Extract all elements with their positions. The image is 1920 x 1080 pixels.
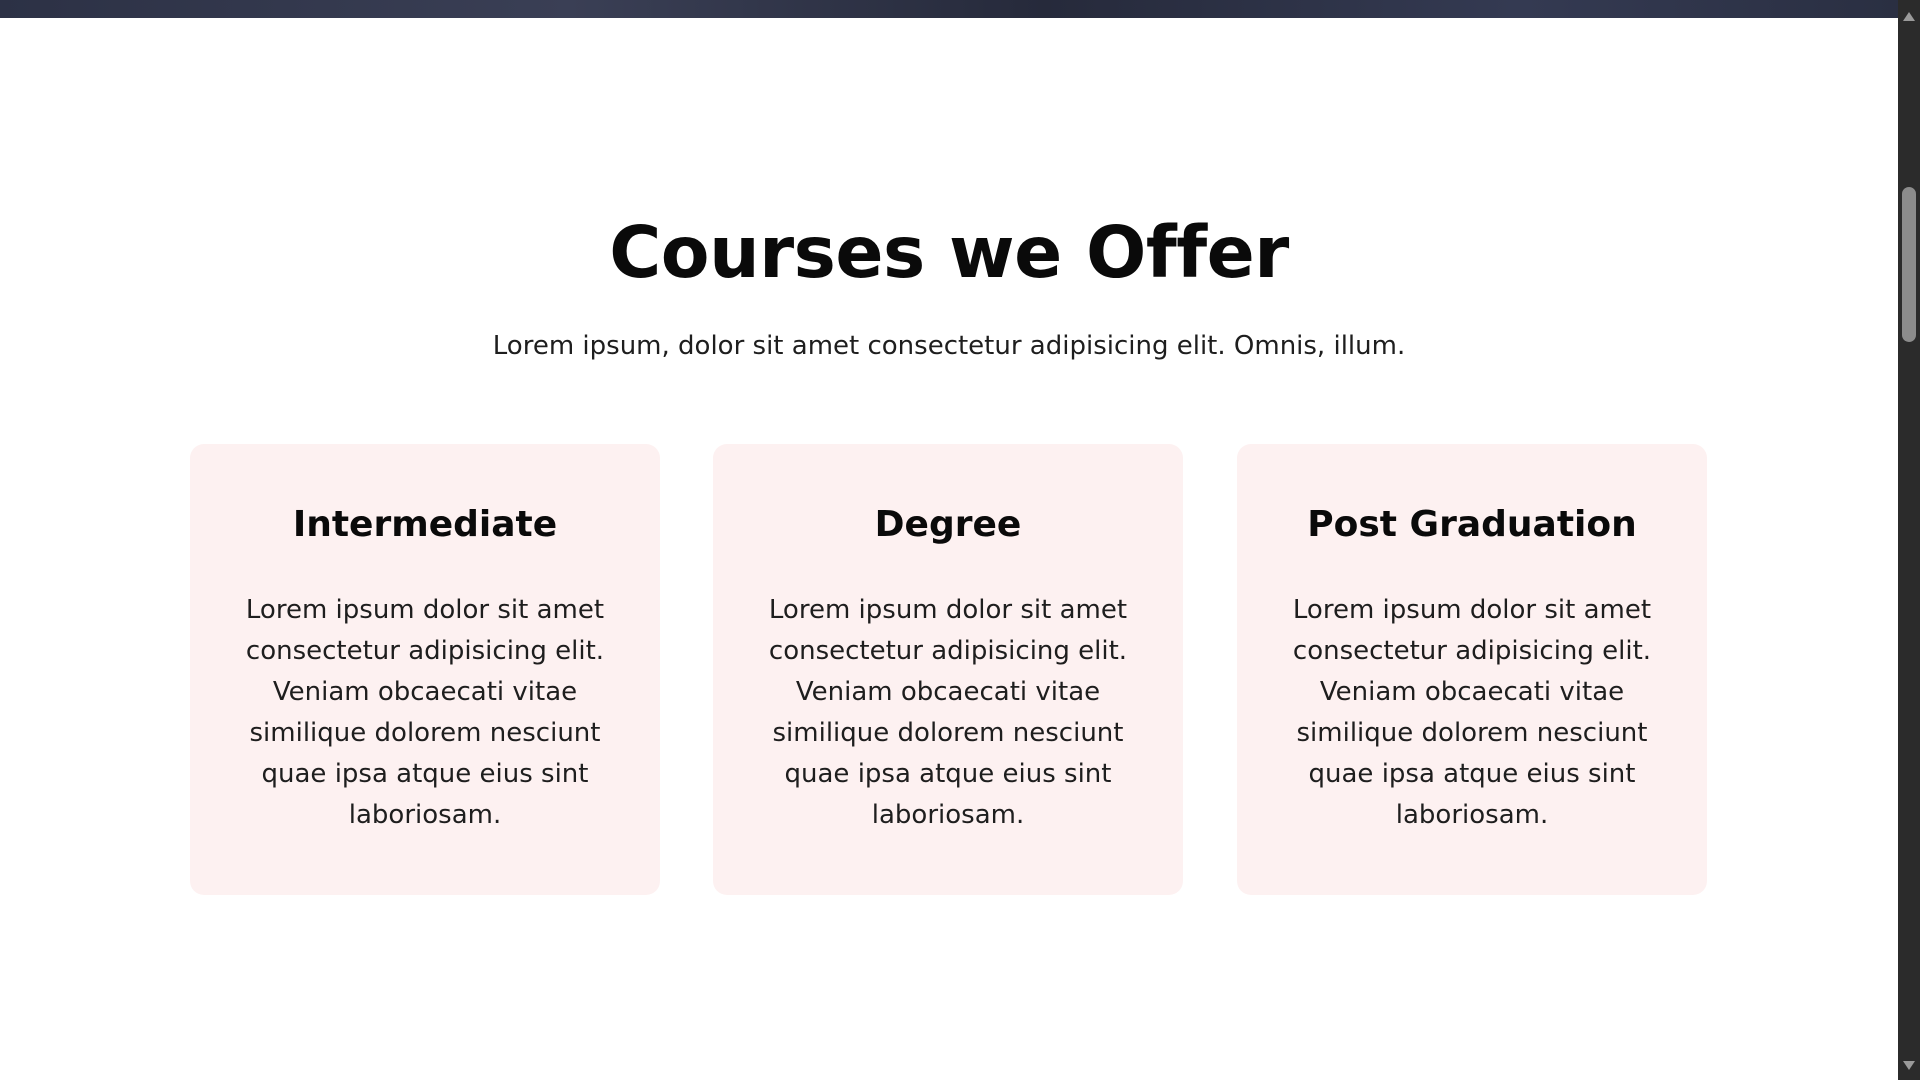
course-card-degree: Degree Lorem ipsum dolor sit amet consec… xyxy=(713,444,1183,895)
chevron-down-icon[interactable] xyxy=(1903,1061,1915,1070)
course-card-description: Lorem ipsum dolor sit amet consectetur a… xyxy=(245,595,605,830)
vertical-scrollbar[interactable] xyxy=(1898,0,1920,1080)
course-card-description: Lorem ipsum dolor sit amet consectetur a… xyxy=(1292,595,1652,830)
course-card-title: Degree xyxy=(874,504,1022,545)
course-card-intermediate: Intermediate Lorem ipsum dolor sit amet … xyxy=(190,444,660,895)
section-title: Courses we Offer xyxy=(609,211,1289,294)
hero-image-bottom-edge xyxy=(0,0,1898,18)
page-viewport: Courses we Offer Lorem ipsum, dolor sit … xyxy=(0,0,1898,1080)
section-subtitle: Lorem ipsum, dolor sit amet consectetur … xyxy=(492,331,1406,361)
course-card-post-graduation: Post Graduation Lorem ipsum dolor sit am… xyxy=(1237,444,1707,895)
course-card-title: Intermediate xyxy=(292,504,558,545)
course-card-title: Post Graduation xyxy=(1307,504,1637,545)
chevron-up-icon[interactable] xyxy=(1903,12,1915,21)
course-card-description: Lorem ipsum dolor sit amet consectetur a… xyxy=(768,595,1128,830)
scrollbar-thumb[interactable] xyxy=(1902,187,1916,342)
